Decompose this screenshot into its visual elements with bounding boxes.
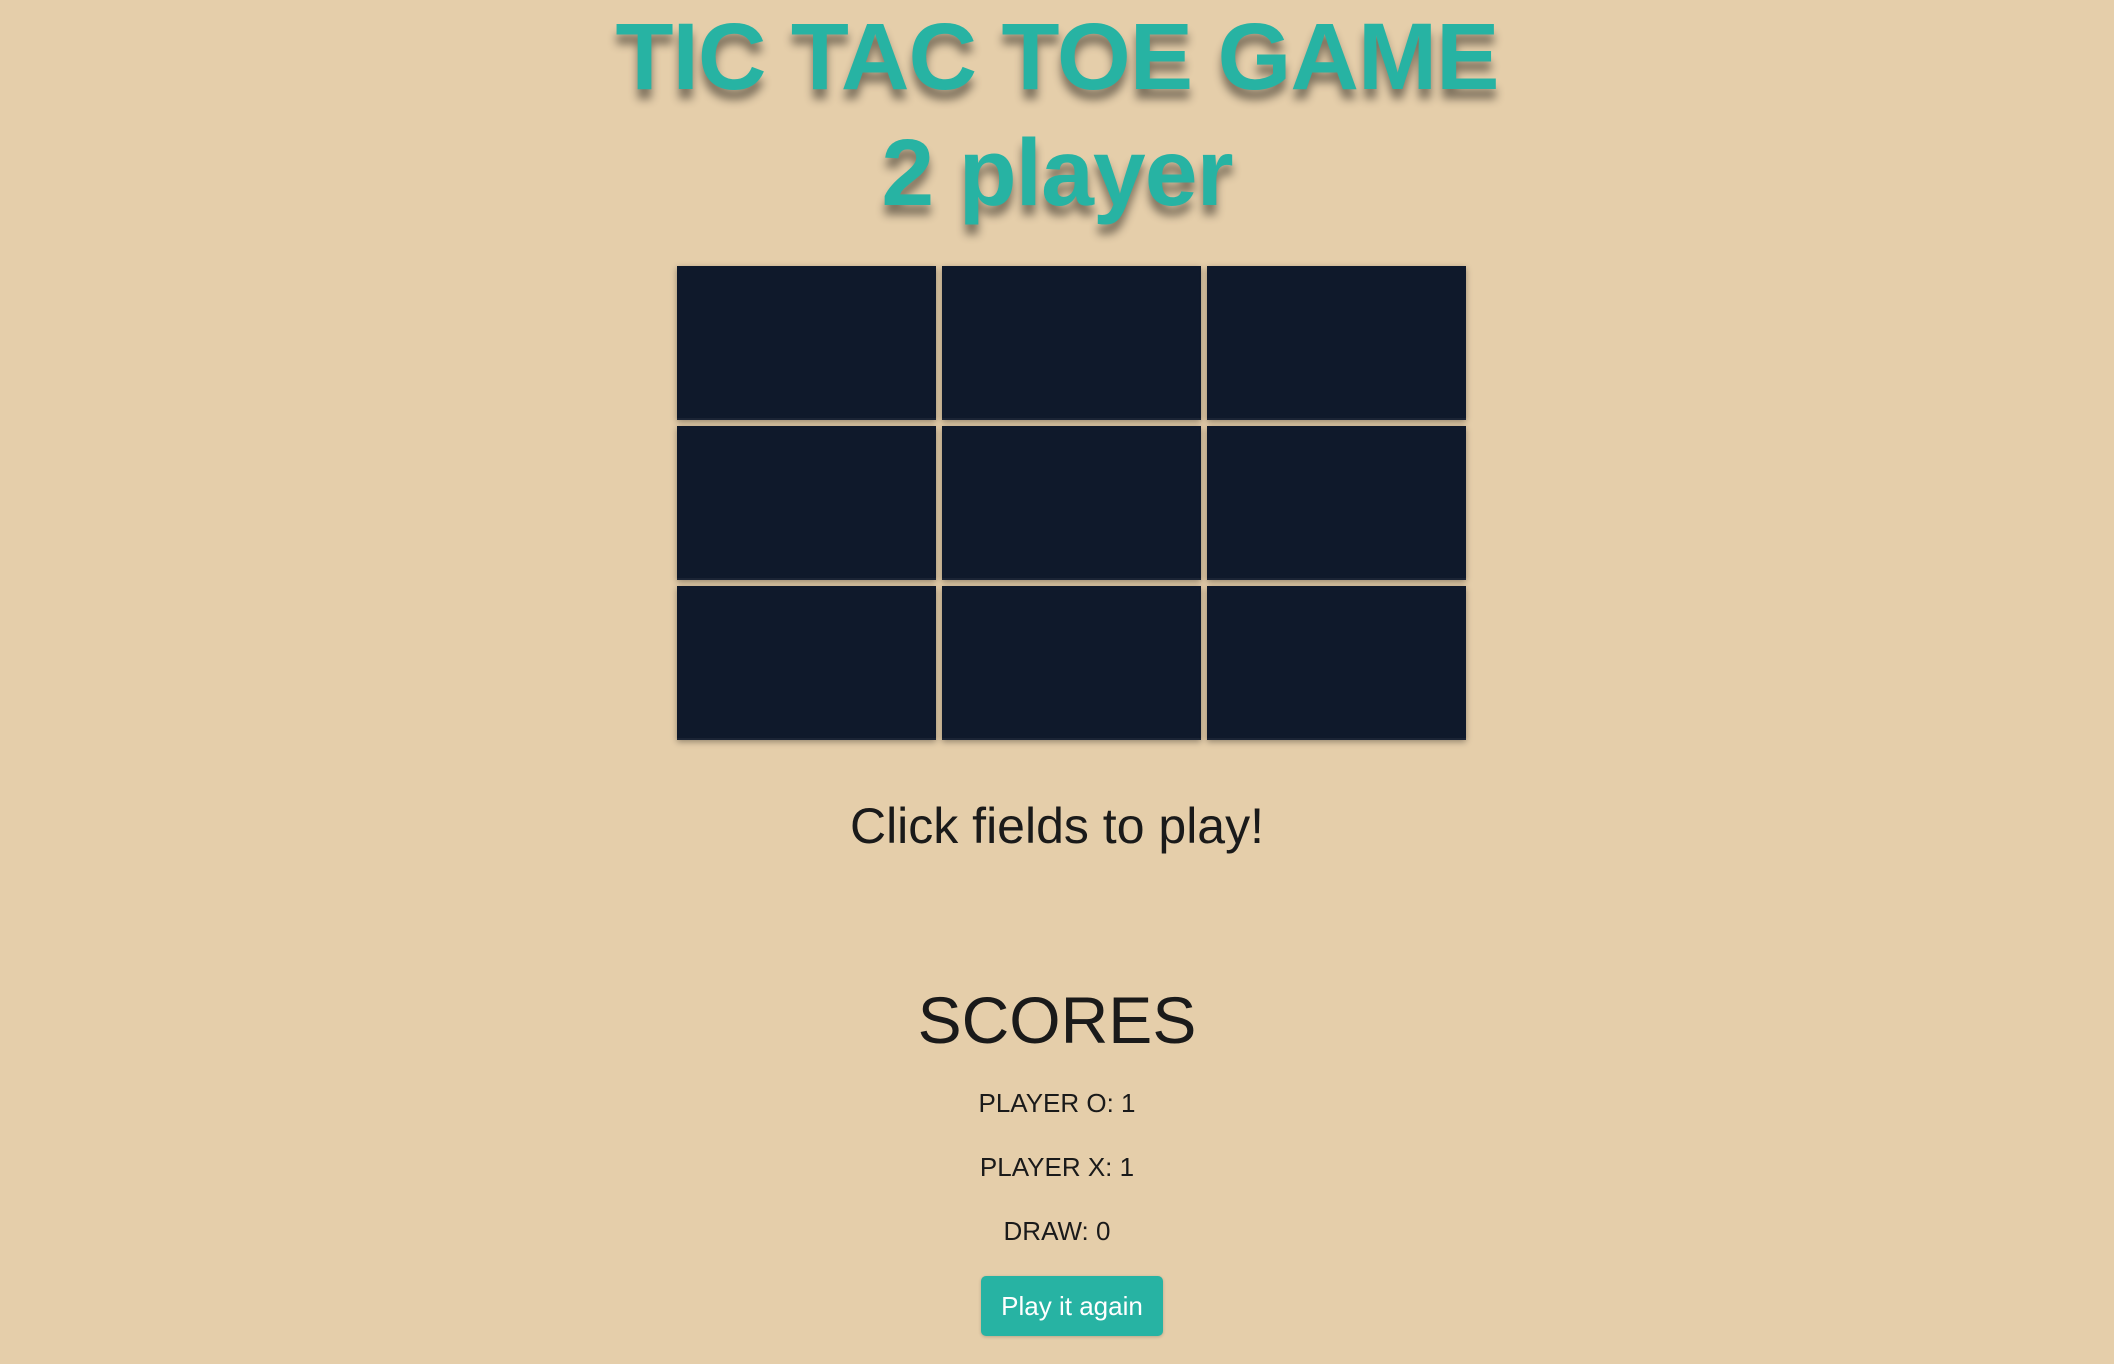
play-again-button[interactable]: Play it again <box>981 1276 1163 1336</box>
score-draw: DRAW: 0 <box>1003 1216 1111 1246</box>
board-cell-1[interactable] <box>677 266 936 420</box>
board-cell-7[interactable] <box>677 586 936 740</box>
game-subtitle: 2 player <box>881 120 1233 226</box>
scores-heading: SCORES <box>917 983 1197 1057</box>
board-cell-3[interactable] <box>1207 266 1466 420</box>
board-cell-8[interactable] <box>942 586 1201 740</box>
status-message: Click fields to play! <box>849 798 1265 854</box>
game-board <box>677 266 1466 740</box>
game-title: TIC TAC TOE GAME <box>615 4 1500 110</box>
board-cell-5[interactable] <box>942 426 1201 580</box>
score-player-x: PLAYER X: 1 <box>979 1152 1135 1182</box>
board-cell-4[interactable] <box>677 426 936 580</box>
board-cell-9[interactable] <box>1207 586 1466 740</box>
board-cell-6[interactable] <box>1207 426 1466 580</box>
board-cell-2[interactable] <box>942 266 1201 420</box>
score-player-o: PLAYER O: 1 <box>978 1088 1136 1118</box>
